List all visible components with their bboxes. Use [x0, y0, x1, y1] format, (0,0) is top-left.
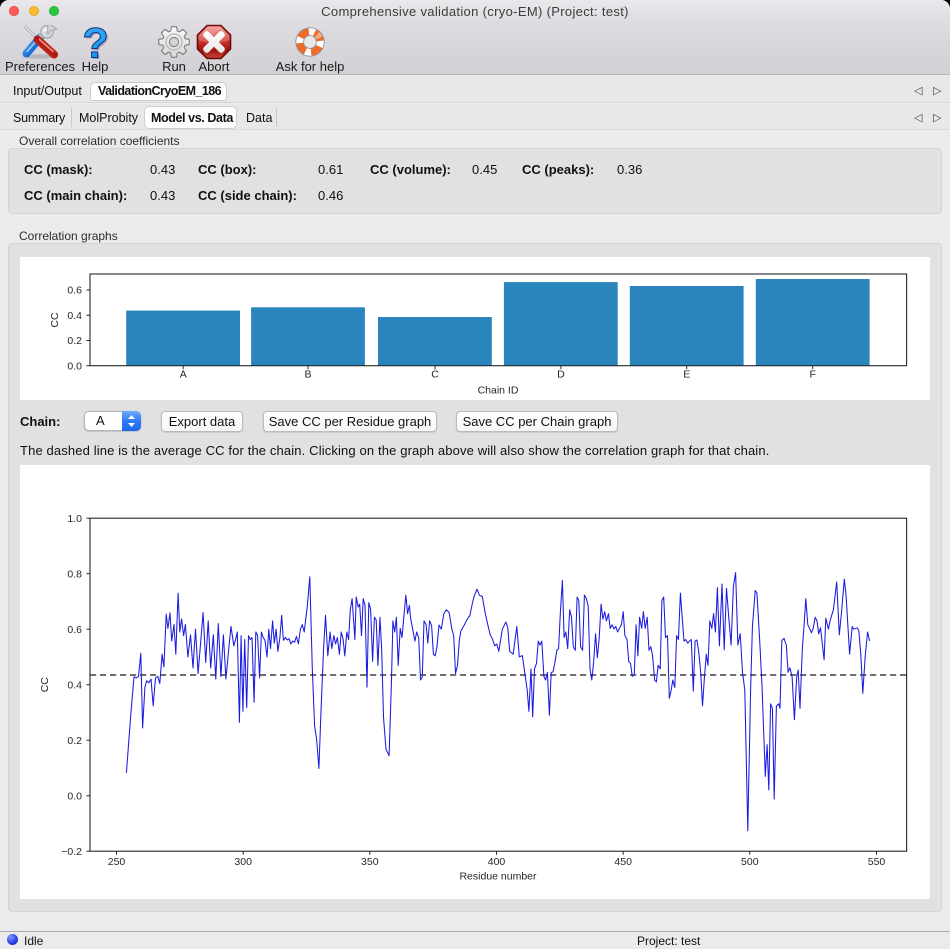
svg-text:550: 550 — [868, 856, 886, 868]
svg-text:CC: CC — [49, 312, 61, 328]
svg-text:Residue number: Residue number — [459, 871, 537, 883]
svg-text:−0.2: −0.2 — [61, 846, 82, 858]
svg-text:C: C — [431, 369, 439, 381]
svg-text:?: ? — [82, 25, 108, 62]
svg-text:400: 400 — [488, 856, 506, 868]
svg-text:500: 500 — [741, 856, 759, 868]
svg-text:0.8: 0.8 — [67, 568, 82, 580]
svg-text:1.0: 1.0 — [67, 513, 82, 525]
svg-text:D: D — [557, 369, 565, 381]
svg-text:A: A — [180, 369, 187, 381]
svg-text:F: F — [809, 369, 815, 381]
svg-text:0.2: 0.2 — [67, 735, 82, 747]
svg-text:CC: CC — [39, 677, 51, 693]
svg-text:450: 450 — [614, 856, 632, 868]
svg-text:0.0: 0.0 — [67, 360, 82, 372]
svg-text:Chain ID: Chain ID — [478, 385, 519, 397]
svg-text:250: 250 — [108, 856, 126, 868]
svg-text:0.6: 0.6 — [67, 624, 82, 636]
svg-text:0.4: 0.4 — [67, 310, 82, 322]
svg-text:350: 350 — [361, 856, 379, 868]
svg-text:0.2: 0.2 — [67, 335, 82, 347]
svg-text:300: 300 — [234, 856, 252, 868]
svg-text:0.4: 0.4 — [67, 679, 82, 691]
svg-text:0.0: 0.0 — [67, 790, 82, 802]
svg-text:B: B — [304, 369, 311, 381]
svg-text:E: E — [683, 369, 690, 381]
svg-text:0.6: 0.6 — [67, 285, 82, 297]
